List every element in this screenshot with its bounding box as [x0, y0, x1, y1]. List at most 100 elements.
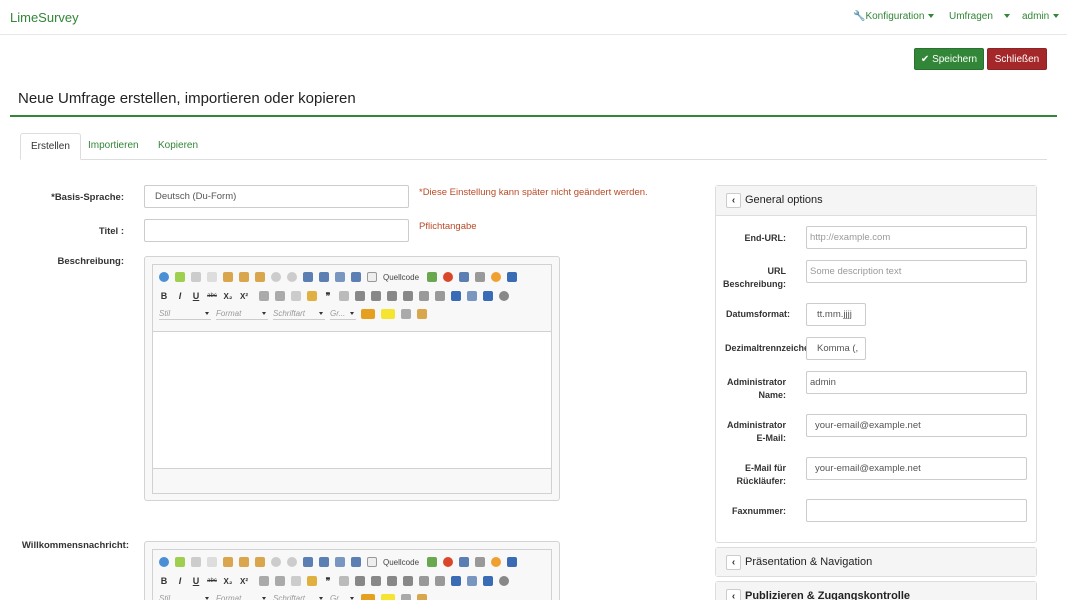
paste-text-icon[interactable]: [239, 272, 249, 282]
smiley-icon[interactable]: [491, 272, 502, 282]
url-description-input[interactable]: Some description text: [806, 260, 1027, 283]
publish-panel-header[interactable]: ‹ Publizieren & Zugangskontrolle: [716, 582, 1036, 600]
presentation-panel[interactable]: ‹ Präsentation & Navigation: [715, 547, 1037, 577]
subscript-icon[interactable]: X₂: [223, 292, 233, 301]
bold-icon[interactable]: B: [159, 576, 169, 586]
horizontal-rule-icon[interactable]: [475, 557, 486, 567]
find-icon[interactable]: [303, 557, 313, 567]
find-icon[interactable]: [303, 272, 313, 282]
special-char-icon[interactable]: [507, 272, 518, 282]
tab-import[interactable]: Importieren: [78, 133, 149, 160]
nav-surveys-menu[interactable]: Umfragen: [949, 11, 993, 22]
expression-icon[interactable]: [175, 272, 185, 282]
flash-icon[interactable]: [443, 557, 454, 567]
align-center-icon[interactable]: [371, 576, 381, 586]
fax-input[interactable]: [806, 499, 1027, 522]
table-icon[interactable]: [459, 272, 470, 282]
settings-icon[interactable]: [499, 291, 509, 301]
settings-icon[interactable]: [499, 576, 509, 586]
font-select[interactable]: Schriftart: [273, 308, 325, 320]
blockquote-icon[interactable]: ❞: [323, 576, 333, 587]
globe-icon[interactable]: [159, 557, 169, 567]
nav-user-menu[interactable]: admin: [1022, 11, 1060, 22]
superscript-icon[interactable]: X²: [239, 577, 249, 586]
bg-color-icon[interactable]: [381, 309, 395, 319]
paste-word-icon[interactable]: [255, 557, 265, 567]
title-input[interactable]: [144, 219, 409, 242]
style-select[interactable]: Stil: [159, 593, 211, 600]
smiley-icon[interactable]: [491, 557, 502, 567]
bullet-list-icon[interactable]: [275, 291, 285, 301]
redo-icon[interactable]: [287, 557, 297, 567]
subscript-icon[interactable]: X₂: [223, 577, 233, 586]
description-editor-body[interactable]: [153, 331, 551, 468]
align-left-icon[interactable]: [355, 576, 365, 586]
expression-icon[interactable]: [175, 557, 185, 567]
special-char-icon[interactable]: [507, 557, 518, 567]
nav-config-menu[interactable]: 🔧Konfiguration: [853, 11, 935, 22]
underline-icon[interactable]: U: [191, 576, 201, 586]
source-label[interactable]: Quellcode: [383, 558, 419, 567]
numbered-list-icon[interactable]: [259, 576, 269, 586]
decimal-separator-select[interactable]: Komma (,: [806, 337, 866, 360]
size-select[interactable]: Gr...: [330, 308, 356, 320]
copy-icon[interactable]: [207, 272, 217, 282]
div-icon[interactable]: [339, 576, 349, 586]
flash-icon[interactable]: [443, 272, 454, 282]
bounce-email-input[interactable]: your-email@example.net: [806, 457, 1027, 480]
undo-icon[interactable]: [271, 272, 281, 282]
outdent-icon[interactable]: [291, 291, 301, 301]
paste-text-icon[interactable]: [239, 557, 249, 567]
bullet-list-icon[interactable]: [275, 576, 285, 586]
templates-icon[interactable]: [417, 594, 427, 600]
div-icon[interactable]: [339, 291, 349, 301]
brand-logo[interactable]: LimeSurvey: [10, 10, 79, 25]
superscript-icon[interactable]: X²: [239, 292, 249, 301]
text-color-icon[interactable]: [361, 309, 375, 319]
image-icon[interactable]: [427, 557, 438, 567]
remove-format-icon[interactable]: [351, 557, 361, 567]
rtl-icon[interactable]: [435, 576, 445, 586]
redo-icon[interactable]: [287, 272, 297, 282]
text-color-icon[interactable]: [361, 594, 375, 600]
source-label[interactable]: Quellcode: [383, 273, 419, 282]
select-all-icon[interactable]: [335, 557, 345, 567]
align-justify-icon[interactable]: [403, 576, 413, 586]
close-button[interactable]: Schließen: [987, 48, 1047, 70]
bold-icon[interactable]: B: [159, 291, 169, 301]
align-right-icon[interactable]: [387, 576, 397, 586]
maximize-icon[interactable]: [401, 594, 411, 600]
align-left-icon[interactable]: [355, 291, 365, 301]
image-icon[interactable]: [427, 272, 438, 282]
font-select[interactable]: Schriftart: [273, 593, 325, 600]
align-right-icon[interactable]: [387, 291, 397, 301]
copy-icon[interactable]: [207, 557, 217, 567]
numbered-list-icon[interactable]: [259, 291, 269, 301]
strike-icon[interactable]: abc: [207, 293, 217, 299]
undo-icon[interactable]: [271, 557, 281, 567]
presentation-panel-header[interactable]: ‹ Präsentation & Navigation: [716, 548, 1036, 576]
anchor-icon[interactable]: [483, 291, 493, 301]
link-icon[interactable]: [451, 576, 461, 586]
italic-icon[interactable]: I: [175, 576, 185, 586]
style-select[interactable]: Stil: [159, 308, 211, 320]
save-button[interactable]: ✔ Speichern: [914, 48, 984, 70]
paste-icon[interactable]: [223, 272, 233, 282]
indent-icon[interactable]: [307, 576, 317, 586]
source-icon[interactable]: [367, 557, 377, 567]
strike-icon[interactable]: abc: [207, 578, 217, 584]
chevron-left-icon[interactable]: ‹: [726, 589, 741, 600]
nav-surveys-caret[interactable]: [1000, 11, 1010, 22]
templates-icon[interactable]: [417, 309, 427, 319]
end-url-input[interactable]: http://example.com: [806, 226, 1027, 249]
align-justify-icon[interactable]: [403, 291, 413, 301]
anchor-icon[interactable]: [483, 576, 493, 586]
bg-color-icon[interactable]: [381, 594, 395, 600]
remove-format-icon[interactable]: [351, 272, 361, 282]
ltr-icon[interactable]: [419, 576, 429, 586]
tab-create[interactable]: Erstellen: [20, 133, 81, 160]
unlink-icon[interactable]: [467, 291, 477, 301]
italic-icon[interactable]: I: [175, 291, 185, 301]
date-format-select[interactable]: tt.mm.jjjj: [806, 303, 866, 326]
outdent-icon[interactable]: [291, 576, 301, 586]
